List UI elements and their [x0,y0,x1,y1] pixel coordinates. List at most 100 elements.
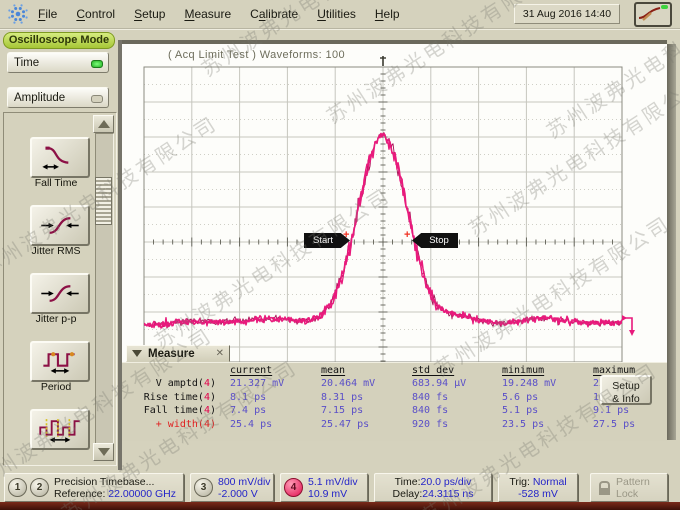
down-arrow-icon [98,448,110,456]
measure-value: 840 fs [398,404,488,417]
measure-value: 840 fs [398,391,488,404]
fall-time-button[interactable] [30,137,90,178]
channel-3-status[interactable]: 3800 mV/div-2.000 V [190,473,274,502]
status-text: Time:20.0 ps/divDelay:24.3115 ns [375,476,491,500]
channel-number: 4 [204,378,210,389]
period-icon [37,348,83,375]
channel-number: 4 [204,392,210,403]
mode-button-label: Amplitude [14,92,65,104]
measure-value: 27.5 ps [579,418,670,431]
menu-calibrate[interactable]: Calibrate [250,7,298,21]
setup-info-line1: Setup [602,380,650,393]
menu-control[interactable]: Control [76,7,115,21]
lock-icon [599,481,611,495]
measure-header-row: currentmeanstd devminimummaximum [128,364,670,377]
acq-limit-status: ( Acq Limit Test ) Waveforms: 100 [168,49,345,61]
channel-number: 4 [204,405,210,416]
menu-utilities[interactable]: Utilities [317,7,356,21]
column-header-minimum: minimum [488,364,579,377]
mode-button-label: Time [14,57,39,69]
channel-3-button[interactable]: 3 [194,478,213,497]
status-text: PatternLock [611,476,655,500]
status-text: 800 mV/div-2.000 V [213,476,276,500]
status-text: Trig: Normal-528 mV [499,476,577,500]
jitter-pp-button[interactable] [30,273,90,314]
tab-dropdown-icon[interactable] [132,350,142,357]
measure-value: 920 fs [398,418,488,431]
touchscreen-indicator-icon[interactable] [634,2,672,27]
timebase-status[interactable]: 12Precision Timebase...Reference: 22.000… [4,473,184,502]
pattern-button[interactable] [30,409,90,450]
scroll-up-button[interactable] [93,115,114,133]
setup-info-button[interactable]: Setup & Info [600,375,652,405]
menu-bar: File Control Setup Measure Calibrate Utilitie… [0,0,680,29]
measurement-label: + width(4) [128,418,216,431]
trigger-status[interactable]: Trig: Normal-528 mV [498,473,578,502]
up-arrow-icon [98,120,110,128]
menu-help[interactable]: Help [375,7,400,21]
channel-4-button[interactable]: 4 [284,478,303,497]
measure-value: 9.1 ps [579,404,670,417]
measurement-list: Fall TimeJitter RMSJitter p-pPeriod [3,112,117,466]
close-icon[interactable]: ✕ [216,348,224,359]
period-button[interactable] [30,341,90,382]
channel-4-status[interactable]: 45.1 mV/div10.9 mV [280,473,368,502]
horizontal-status[interactable]: Time:20.0 ps/divDelay:24.3115 ns [374,473,492,502]
measure-value: 5.1 ps [488,404,579,417]
measure-row: + width(4)25.4 ps25.47 ps920 fs23.5 ps27… [128,418,670,431]
waveform-plot [122,44,667,362]
measure-table: currentmeanstd devminimummaximumV amptd(… [128,364,670,431]
measure-value: 20.464 mV [307,377,398,390]
oscilloscope-mode-header: Oscilloscope Mode [3,32,115,49]
mode-button-amplitude[interactable]: Amplitude [7,87,109,108]
column-header-mean: mean [307,364,398,377]
measure-tab[interactable]: Measure ✕ [126,345,230,362]
measurement-label: V amptd(4) [128,377,216,390]
measure-value: 25.47 ps [307,418,398,431]
status-text: Precision Timebase...Reference: 22.00000… [49,476,181,500]
measure-value: 7.4 ps [216,404,307,417]
measure-row: Rise time(4)8.1 ps8.31 ps840 fs5.6 ps10.… [128,391,670,404]
jitter-rms-button[interactable] [30,205,90,246]
mode-led-off [91,95,103,103]
menu-items: File Control Setup Measure Calibrate Utilitie… [38,7,400,21]
column-header-std-dev: std dev [398,364,488,377]
touchscreen-led [661,5,668,9]
measure-value: 19.248 mV [488,377,579,390]
jitter-rms-icon [37,212,83,239]
mode-button-time[interactable]: Time [7,52,109,73]
measure-value: 23.5 ps [488,418,579,431]
jitter-pp-icon [37,280,83,307]
measure-value: 8.1 ps [216,391,307,404]
start-marker[interactable]: Start [304,233,350,248]
scroll-down-button[interactable] [93,443,114,461]
measure-tab-label: Measure [148,348,195,360]
datetime-display: 31 Aug 2016 14:40 [514,4,620,24]
measure-row: Fall time(4)7.4 ps7.15 ps840 fs5.1 ps9.1… [128,404,670,417]
measure-value: 8.31 ps [307,391,398,404]
measurement-label: Fall time(4) [128,404,216,417]
agilent-spark-icon [6,2,30,26]
measure-value: 25.4 ps [216,418,307,431]
stop-crossing-marker: + [404,229,410,241]
pattern-lock-button[interactable]: PatternLock [590,473,668,502]
measure-value: 7.15 ps [307,404,398,417]
stop-marker[interactable]: Stop [412,233,458,248]
setup-info-line2: & Info [602,393,650,406]
fall-time-icon [37,144,83,171]
menu-setup[interactable]: Setup [134,7,165,21]
measure-results-panel: currentmeanstd devminimummaximumV amptd(… [122,362,667,441]
channel-1-button[interactable]: 1 [8,478,27,497]
menu-measure[interactable]: Measure [184,7,231,21]
channel-2-button[interactable]: 2 [30,478,49,497]
scrollbar-thumb[interactable] [95,177,112,225]
status-bar: 12Precision Timebase...Reference: 22.000… [0,473,680,502]
measure-value: 5.6 ps [488,391,579,404]
menu-file[interactable]: File [38,7,57,21]
pattern-icon [37,416,83,443]
oscilloscope-app: File Control Setup Measure Calibrate Utilitie… [0,0,680,510]
measure-value: 683.94 µV [398,377,488,390]
measure-value: 21.327 mV [216,377,307,390]
column-header-current: current [216,364,307,377]
measurement-scrollbar [93,115,114,461]
